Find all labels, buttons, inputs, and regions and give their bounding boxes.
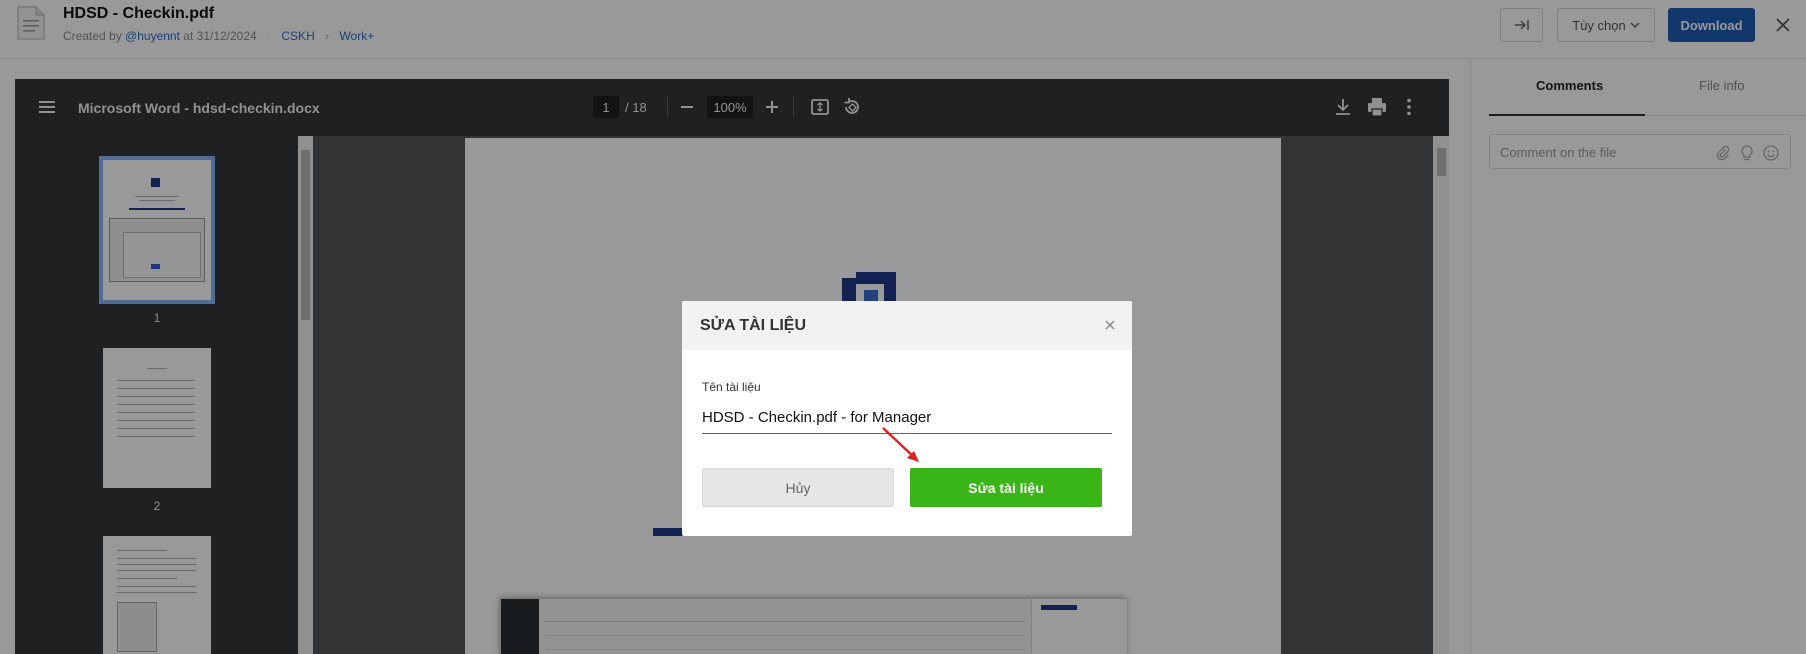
annotation-arrow-icon: [882, 427, 919, 462]
dialog-header: SỬA TÀI LIỆU: [682, 301, 1132, 350]
save-document-button[interactable]: Sửa tài liệu: [910, 468, 1102, 507]
cancel-button[interactable]: Hủy: [702, 468, 894, 507]
dialog-title: SỬA TÀI LIỆU: [700, 317, 807, 334]
close-icon[interactable]: [1099, 314, 1121, 336]
document-name-label: Tên tài liệu: [702, 380, 761, 394]
edit-document-dialog: SỬA TÀI LIỆU Tên tài liệu Hủy Sửa tài li…: [682, 301, 1132, 536]
